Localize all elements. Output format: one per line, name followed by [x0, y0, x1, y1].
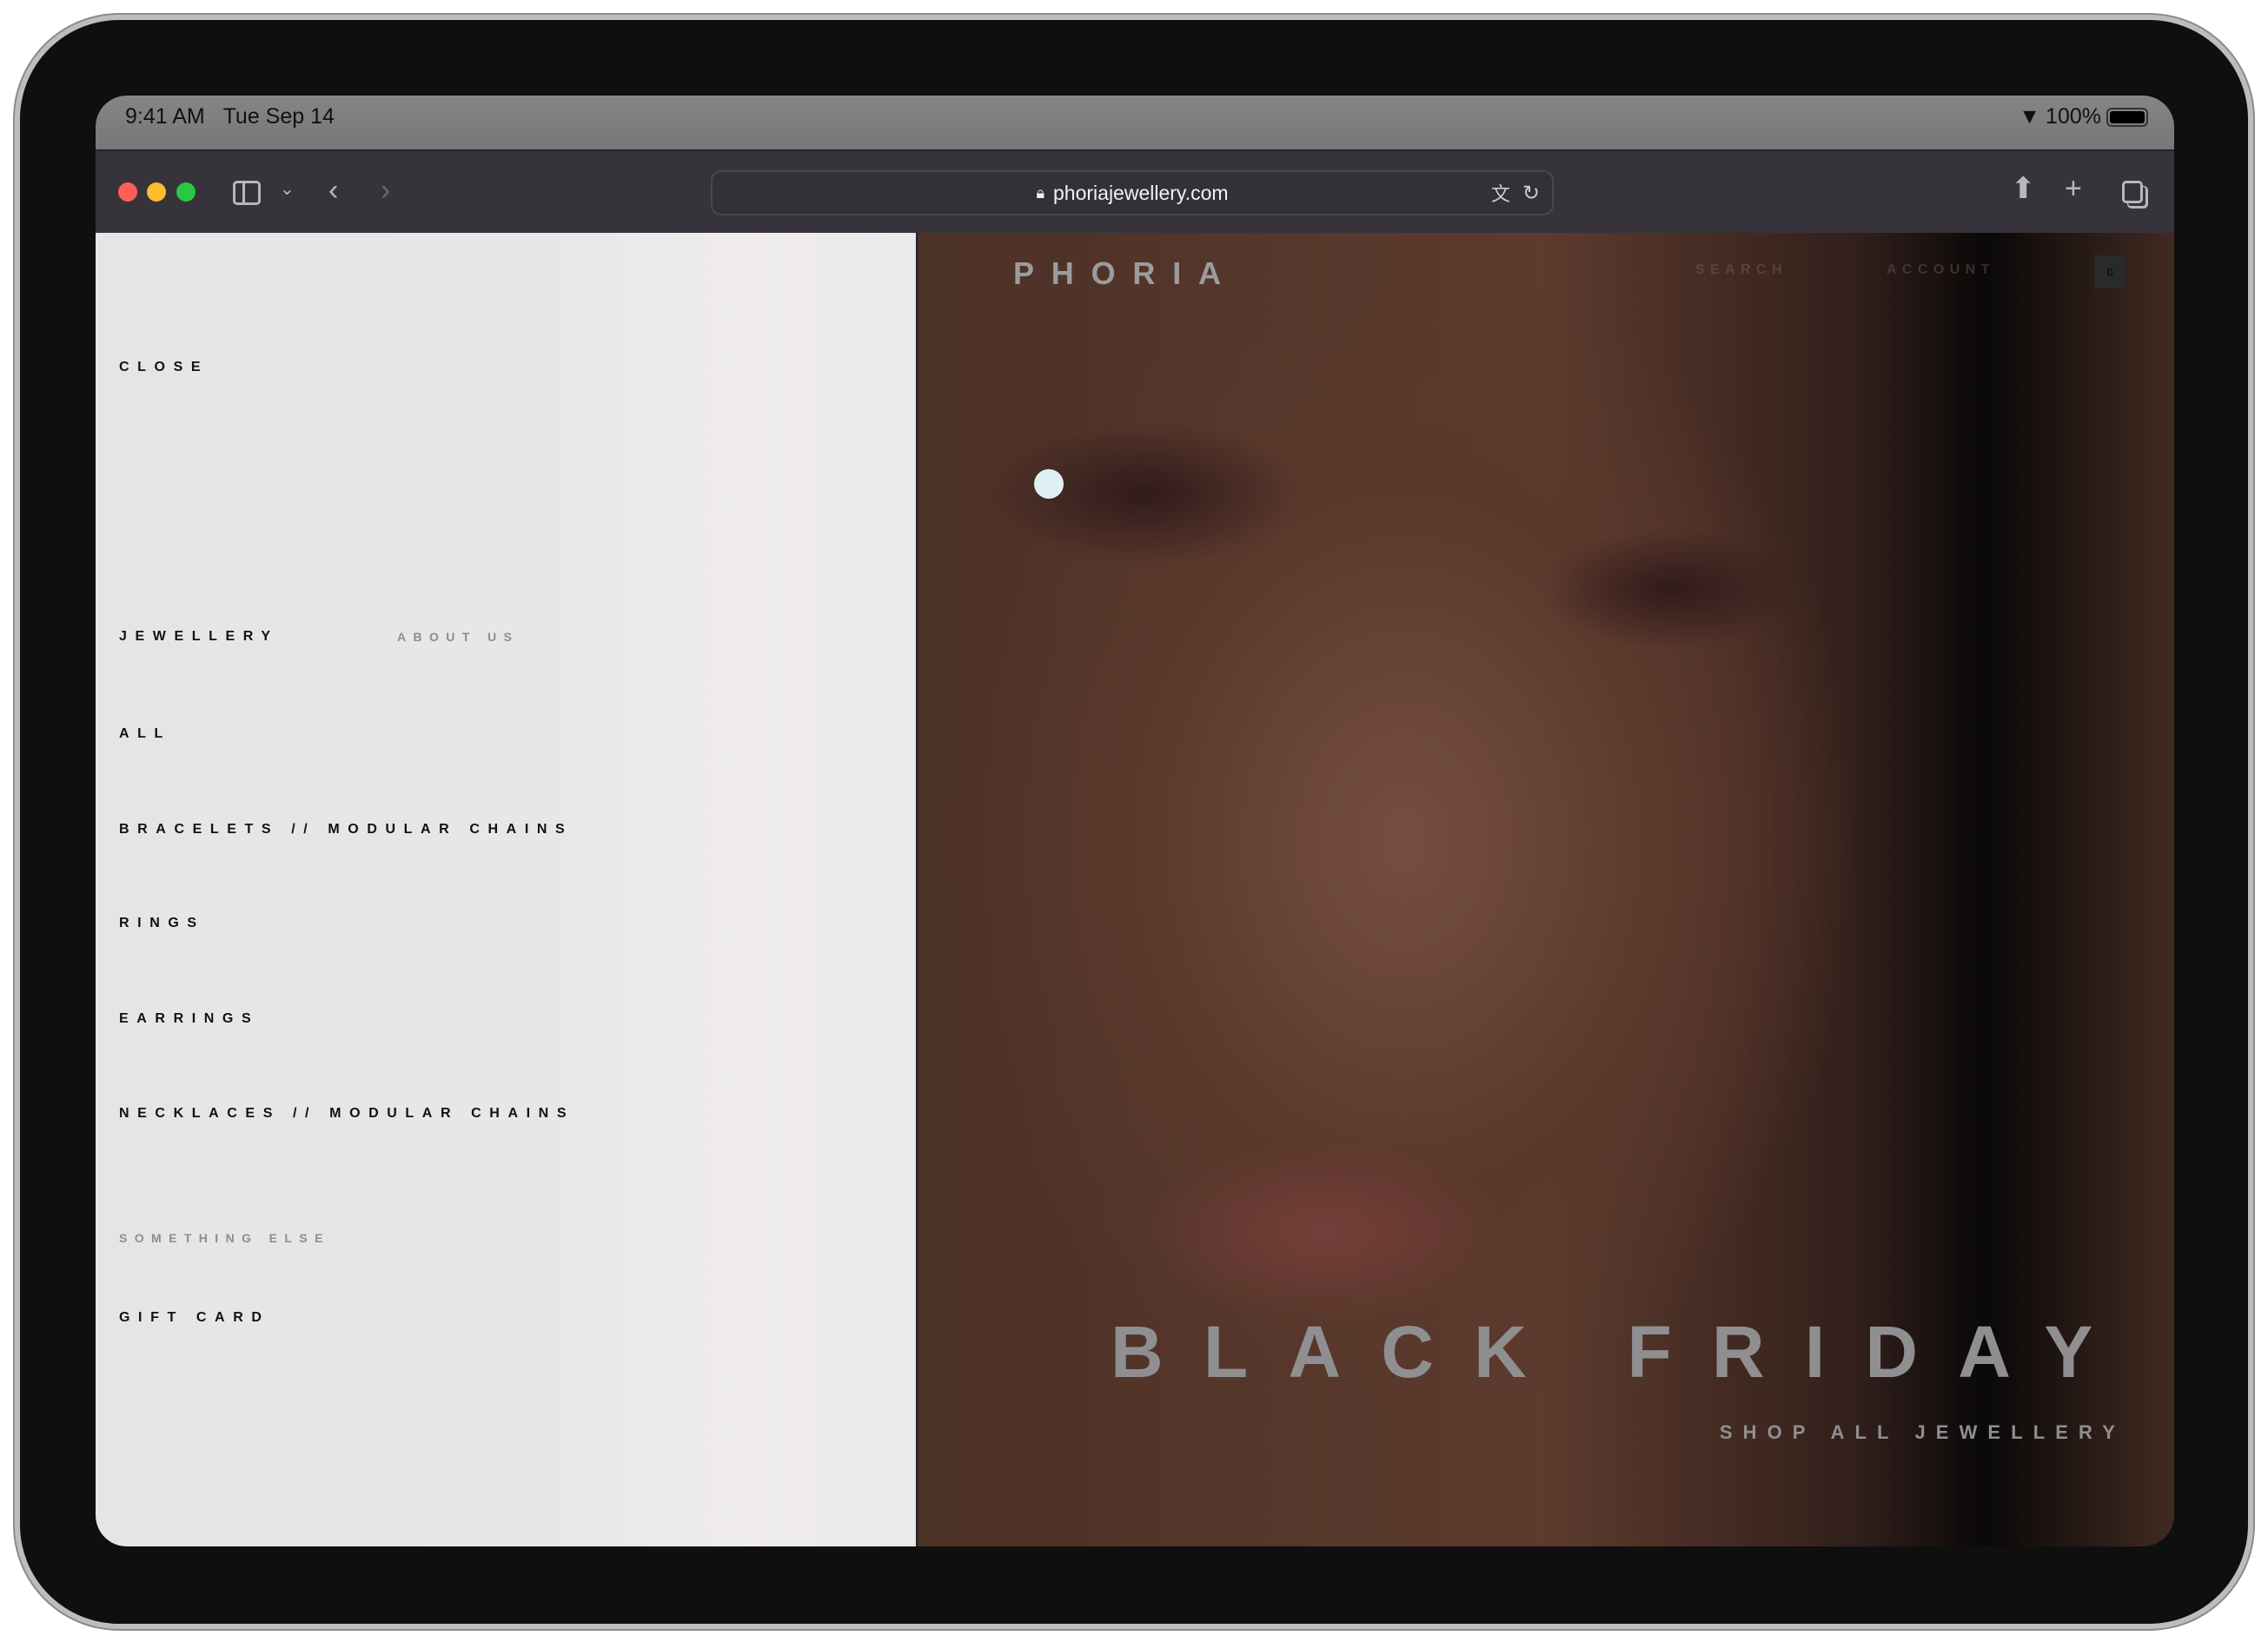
back-icon[interactable]: ‹: [328, 175, 338, 205]
hero-image[interactable]: PHORIA SEARCH ACCOUNT 0 BLACK FRIDAY SHO…: [918, 233, 2174, 1546]
web-content: CLOSE JEWELLERY ABOUT US ALL BRACELETS /…: [96, 233, 2174, 1546]
hero-headline: BLACK FRIDAY: [1111, 1311, 2133, 1393]
address-bar[interactable]: 🔒︎ phoriajewellery.com 文 ↻: [711, 170, 1554, 215]
forward-icon[interactable]: ›: [381, 175, 390, 205]
plus-icon[interactable]: +: [2065, 174, 2082, 203]
browser-toolbar: ⌄ ‹ › 🔒︎ phoriajewellery.com 文 ↻ ⬆︎ +: [96, 149, 2174, 233]
status-right: ▼ 100%: [2019, 104, 2148, 129]
cart-button[interactable]: 0: [2094, 255, 2125, 288]
status-time: 9:41 AM Tue Sep 14: [125, 104, 335, 129]
sidebar-icon[interactable]: [233, 181, 261, 205]
translate-icon[interactable]: 文: [1491, 179, 1510, 207]
lock-icon: 🔒︎: [1036, 183, 1045, 202]
nav-menu: CLOSE JEWELLERY ABOUT US ALL BRACELETS /…: [96, 233, 918, 1546]
menu-item-rings[interactable]: RINGS: [119, 916, 205, 931]
menu-item-necklaces[interactable]: NECKLACES // MODULAR CHAINS: [119, 1106, 574, 1122]
search-link[interactable]: SEARCH: [1695, 262, 1787, 278]
chevron-down-icon[interactable]: ⌄: [280, 181, 295, 198]
url-text: phoriajewellery.com: [1053, 181, 1229, 204]
tabs-icon[interactable]: [2122, 181, 2143, 203]
battery-icon: [2106, 107, 2148, 127]
menu-section-something-else: SOMETHING ELSE: [119, 1231, 330, 1245]
menu-item-bracelets[interactable]: BRACELETS // MODULAR CHAINS: [119, 822, 573, 838]
menu-about-us[interactable]: ABOUT US: [397, 630, 519, 644]
share-icon[interactable]: ⬆︎: [2011, 174, 2036, 203]
pointer-cursor: [1034, 469, 1064, 499]
reload-icon[interactable]: ↻: [1522, 181, 1540, 206]
close-menu-button[interactable]: CLOSE: [119, 360, 209, 375]
minimize-window-button[interactable]: [147, 182, 166, 202]
menu-item-gift-card[interactable]: GIFT CARD: [119, 1310, 270, 1326]
close-window-button[interactable]: [118, 182, 137, 202]
menu-item-earrings[interactable]: EARRINGS: [119, 1011, 259, 1027]
zoom-window-button[interactable]: [176, 182, 196, 202]
site-logo[interactable]: PHORIA: [1013, 255, 1238, 292]
wifi-icon: ▼: [2019, 104, 2041, 129]
account-link[interactable]: ACCOUNT: [1887, 262, 1995, 278]
shop-all-link[interactable]: SHOP ALL JEWELLERY: [1720, 1421, 2125, 1444]
battery-percent: 100%: [2046, 104, 2101, 129]
screen: 9:41 AM Tue Sep 14 ▼ 100% ⌄ ‹ › 🔒︎ phori…: [96, 96, 2174, 1546]
status-bar: 9:41 AM Tue Sep 14 ▼ 100%: [96, 96, 2174, 149]
menu-item-all[interactable]: ALL: [119, 726, 171, 742]
menu-jewellery[interactable]: JEWELLERY: [119, 629, 279, 645]
